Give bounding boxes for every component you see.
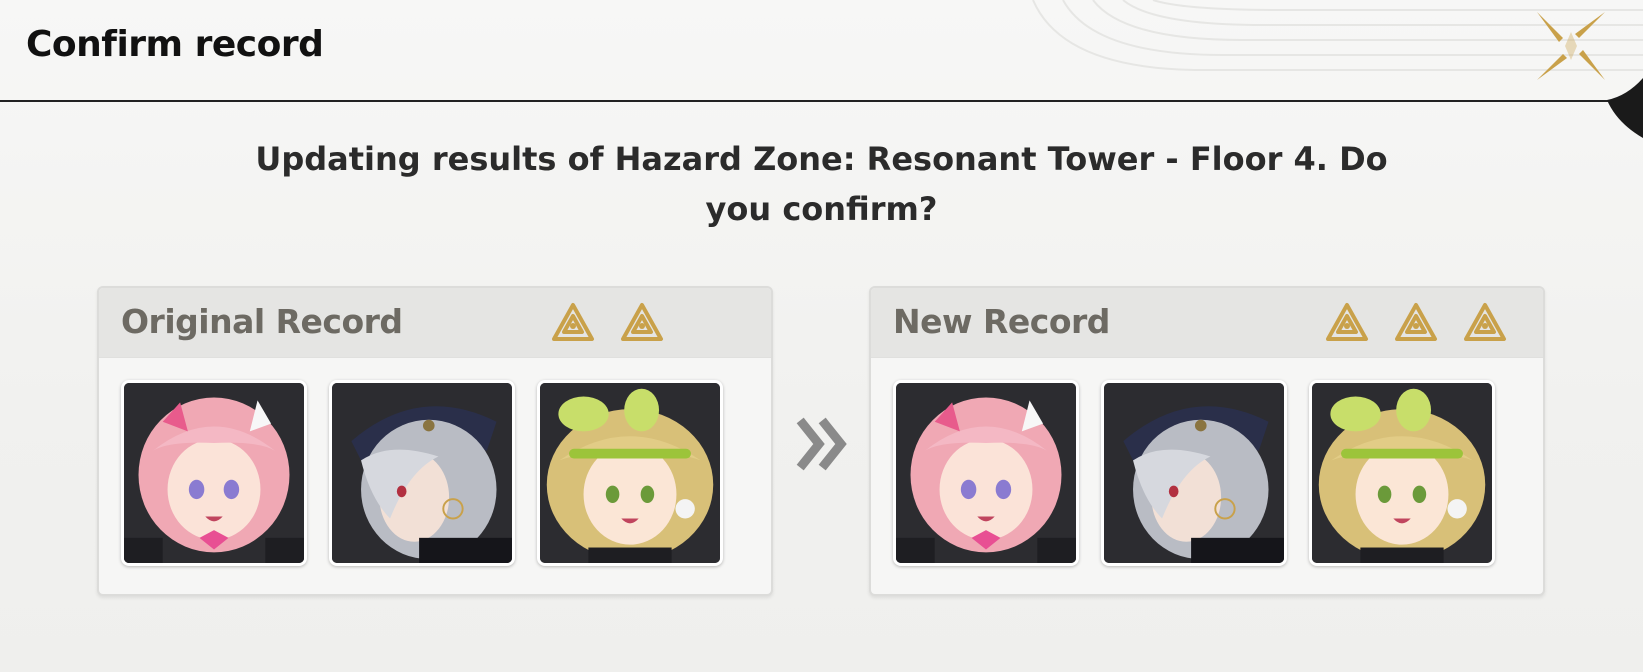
original-record-panel: Original Record bbox=[97, 286, 773, 596]
silver-haired-character-icon bbox=[1104, 383, 1284, 563]
character-portrait-blonde bbox=[1309, 380, 1495, 566]
confirm-record-dialog: Confirm record Updating results of Hazar… bbox=[0, 0, 1643, 672]
rating-icon bbox=[621, 303, 663, 341]
rating-icon bbox=[1395, 303, 1437, 341]
new-record-label: New Record bbox=[893, 302, 1110, 341]
character-portrait-blonde bbox=[537, 380, 723, 566]
character-portrait-pink bbox=[893, 380, 1079, 566]
silver-haired-character-icon bbox=[332, 383, 512, 563]
double-chevron-right-icon bbox=[796, 417, 847, 471]
new-record-panel: New Record bbox=[869, 286, 1545, 596]
rating-icon bbox=[552, 303, 594, 341]
character-portrait-pink bbox=[121, 380, 307, 566]
panel-header: Original Record bbox=[99, 288, 771, 358]
dialog-title: Confirm record bbox=[26, 24, 324, 65]
blonde-haired-character-icon bbox=[1312, 383, 1492, 563]
character-portrait-silver bbox=[1101, 380, 1287, 566]
pink-haired-character-icon bbox=[124, 383, 304, 563]
rating-icon bbox=[1326, 303, 1368, 341]
header-divider bbox=[0, 100, 1618, 102]
corner-decoration bbox=[1607, 78, 1643, 138]
close-x-icon[interactable] bbox=[1533, 8, 1609, 84]
panel-header: New Record bbox=[871, 288, 1543, 358]
character-portrait-silver bbox=[329, 380, 515, 566]
rating-icon bbox=[1464, 303, 1506, 341]
original-record-label: Original Record bbox=[121, 302, 403, 341]
blonde-haired-character-icon bbox=[540, 383, 720, 563]
confirm-message: Updating results of Hazard Zone: Resonan… bbox=[255, 140, 1388, 228]
pink-haired-character-icon bbox=[896, 383, 1076, 563]
